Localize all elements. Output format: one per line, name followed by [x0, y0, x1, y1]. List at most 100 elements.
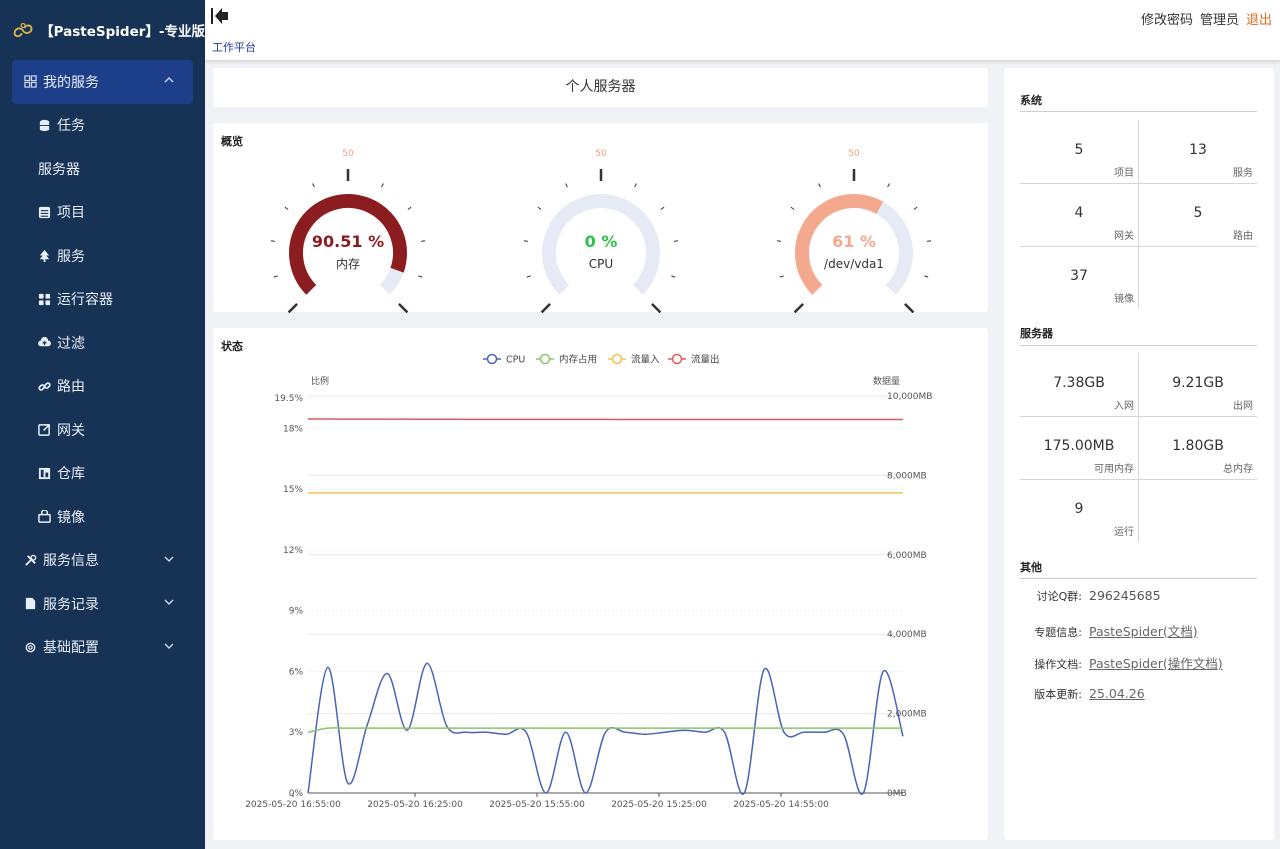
gauge-tick	[537, 206, 542, 210]
status-line-chart[interactable]: 19.5% 18% 15% 12% 9% 6% 3% 0% 10,000MB 8,000MB 6,0…	[213, 328, 988, 840]
sidebar-item-label: 服务	[57, 248, 85, 265]
gauge-tick	[671, 275, 676, 278]
gauge-value: 0 %	[585, 232, 618, 251]
other-divider	[1020, 578, 1257, 579]
sidebar-item-label: 服务器	[38, 161, 80, 178]
system-stat-cell: 37 镜像	[1020, 246, 1138, 309]
gauge-tick	[660, 206, 665, 210]
stat-label: 路由	[1233, 231, 1253, 242]
info-link[interactable]: PasteSpider(操作文档)	[1089, 656, 1223, 671]
sidebar-item[interactable]: 服务	[0, 234, 205, 278]
gauge-tick	[924, 275, 929, 278]
chevron-down-icon[interactable]	[163, 640, 175, 652]
sidebar-item[interactable]: 服务记录	[0, 582, 205, 626]
sidebar-item[interactable]: 网关	[0, 408, 205, 452]
collapse-sidebar-icon[interactable]	[209, 7, 231, 25]
info-panel: 系统 5 项目 13 服务 4 网关 5 路由 37 镜像 服务器 7.38GB 入网 9.21GB 出…	[1004, 68, 1274, 840]
link-icon	[38, 380, 51, 393]
gauge-tick	[674, 240, 679, 242]
y-left-tick-label: 18%	[283, 424, 303, 434]
stat-value: 4	[1074, 205, 1084, 221]
legend-label: 流量出	[691, 354, 720, 366]
system-divider	[1020, 111, 1257, 112]
gauge-tick	[634, 183, 637, 188]
stat-label: 可用内存	[1094, 464, 1134, 475]
gauge-tick	[779, 275, 784, 278]
chevron-down-icon[interactable]	[163, 596, 175, 608]
sidebar-item[interactable]: 运行容器	[0, 278, 205, 322]
stat-value: 37	[1070, 268, 1088, 284]
overview-card: 概览 05010090.51 %内存0501000 %CPU05010061 %…	[213, 123, 988, 333]
warehouse-icon	[38, 467, 51, 480]
info-row: 版本更新: 25.04.26	[1020, 686, 1260, 702]
gauge: 05010090.51 %内存	[233, 143, 463, 333]
info-key: 操作文档:	[1034, 658, 1082, 671]
grid-divider	[1138, 120, 1139, 309]
stat-value: 175.00MB	[1043, 438, 1115, 454]
sidebar-item[interactable]: 服务信息	[0, 539, 205, 583]
user-name[interactable]: 管理员	[1200, 9, 1239, 28]
sidebar-item[interactable]: 基础配置	[0, 626, 205, 670]
legend-label: 内存占用	[559, 354, 597, 366]
sidebar-item-label: 基础配置	[43, 640, 99, 657]
system-stat-cell: 4 网关	[1020, 183, 1138, 246]
stat-label: 入网	[1114, 401, 1134, 412]
sidebar-item[interactable]: 镜像	[0, 495, 205, 539]
sidebar-item-label: 任务	[57, 118, 85, 135]
system-section-title: 系统	[1020, 94, 1042, 107]
cloud-icon	[38, 336, 51, 349]
sidebar: 【PasteSpider】-专业版 我的服务任务服务器项目服务运行容器过滤路由网…	[0, 0, 205, 849]
x-tick-label: 2025-05-20 16:55:00	[245, 800, 341, 810]
y-left-tick-label: 15%	[283, 485, 303, 495]
system-stat-cell: 5 路由	[1139, 183, 1257, 246]
sidebar-item-label: 路由	[57, 379, 85, 396]
sidebar-item[interactable]: 路由	[0, 365, 205, 409]
info-link[interactable]: 25.04.26	[1089, 686, 1145, 701]
stat-label: 出网	[1233, 401, 1253, 412]
stat-label: 镜像	[1114, 294, 1134, 305]
stat-value: 1.80GB	[1172, 438, 1224, 454]
page-title: 个人服务器	[565, 79, 636, 95]
y-right-axis-label: 数据量	[873, 375, 900, 387]
stat-value: 5	[1193, 205, 1203, 221]
sidebar-item[interactable]: 过滤	[0, 321, 205, 365]
sidebar-item[interactable]: 任务	[0, 104, 205, 148]
sidebar-item[interactable]: 我的服务	[12, 60, 193, 104]
sidebar-item-label: 网关	[57, 422, 85, 439]
y-right-tick-label: 0MB	[887, 789, 907, 799]
gauge-tick	[523, 240, 528, 242]
legend-marker-dot	[486, 353, 498, 365]
logout-link[interactable]: 退出	[1246, 9, 1272, 28]
server-stat-cell: 9 运行	[1020, 479, 1138, 542]
sidebar-item-label: 过滤	[57, 335, 85, 352]
stat-label: 项目	[1114, 168, 1134, 179]
other-section-title: 其他	[1020, 561, 1042, 574]
stat-value: 9.21GB	[1172, 375, 1224, 391]
server-stat-cell: 7.38GB 入网	[1020, 353, 1138, 416]
grid-divider	[1020, 246, 1257, 247]
breadcrumb[interactable]: 工作平台	[212, 39, 256, 55]
change-password-link[interactable]: 修改密码	[1141, 9, 1193, 28]
database-icon	[38, 119, 51, 132]
stat-label: 服务	[1233, 168, 1253, 179]
gauge-tick	[273, 275, 278, 278]
y-left-tick-label: 6%	[289, 667, 304, 677]
brand[interactable]: 【PasteSpider】-专业版	[0, 0, 205, 60]
info-link[interactable]: PasteSpider(文档)	[1089, 624, 1198, 639]
server-section-title: 服务器	[1020, 327, 1053, 340]
gauge-tick	[818, 183, 821, 188]
chevron-down-icon[interactable]	[163, 553, 175, 565]
chevron-up-icon[interactable]	[163, 74, 175, 86]
y-right-tick-label: 6,000MB	[887, 551, 927, 561]
sidebar-item-label: 服务记录	[43, 596, 99, 613]
sidebar-item[interactable]: 仓库	[0, 452, 205, 496]
stat-value: 9	[1074, 501, 1084, 517]
system-stat-cell: 5 项目	[1020, 120, 1138, 183]
sidebar-item[interactable]: 项目	[0, 191, 205, 235]
gauge-tick	[887, 183, 890, 188]
gauge-tick	[284, 206, 289, 210]
gauge-tick	[790, 206, 795, 210]
sidebar-item[interactable]: 服务器	[0, 147, 205, 191]
gauge-tick	[421, 240, 426, 242]
gauge-tick	[540, 303, 551, 314]
